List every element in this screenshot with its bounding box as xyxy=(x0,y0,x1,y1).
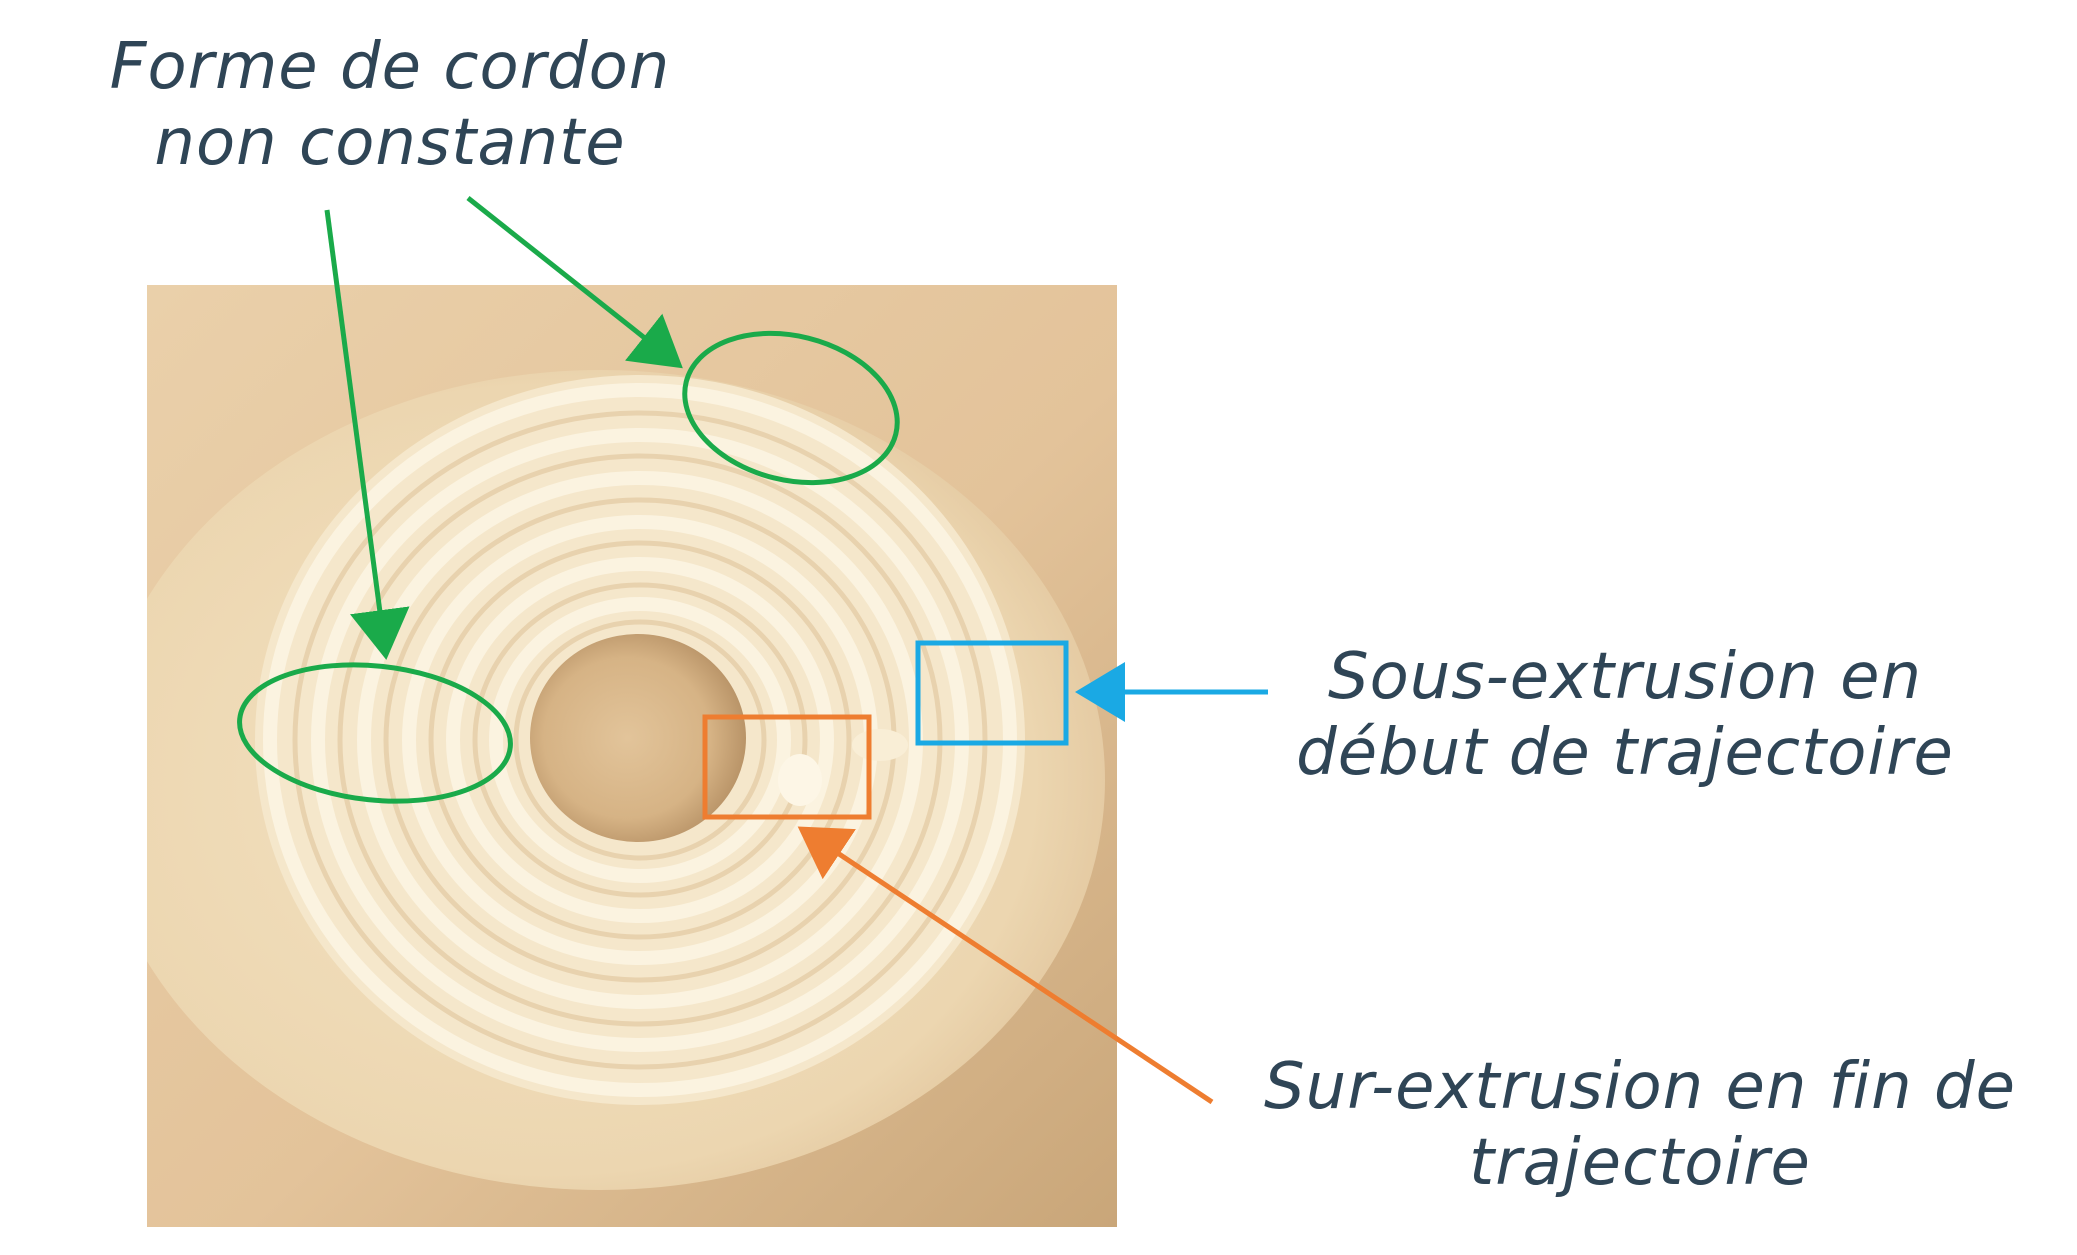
label-under-extrusion: Sous-extrusion en début de trajectoire xyxy=(1255,640,1995,791)
label-orange-line1: Sur-extrusion en fin de xyxy=(1264,1050,2016,1124)
label-green-line2: non constante xyxy=(154,105,626,180)
label-blue-line1: Sous-extrusion en xyxy=(1327,640,1923,714)
central-hole xyxy=(530,634,746,842)
label-non-constant-bead: Forme de cordon non constante xyxy=(60,30,720,181)
spiral-bead xyxy=(255,375,1025,1105)
label-over-extrusion: Sur-extrusion en fin de trajectoire xyxy=(1240,1050,2040,1201)
label-green-line1: Forme de cordon xyxy=(109,30,671,104)
label-orange-line2: trajectoire xyxy=(1469,1125,1811,1200)
photo xyxy=(147,285,1117,1227)
label-blue-line2: début de trajectoire xyxy=(1296,715,1954,790)
